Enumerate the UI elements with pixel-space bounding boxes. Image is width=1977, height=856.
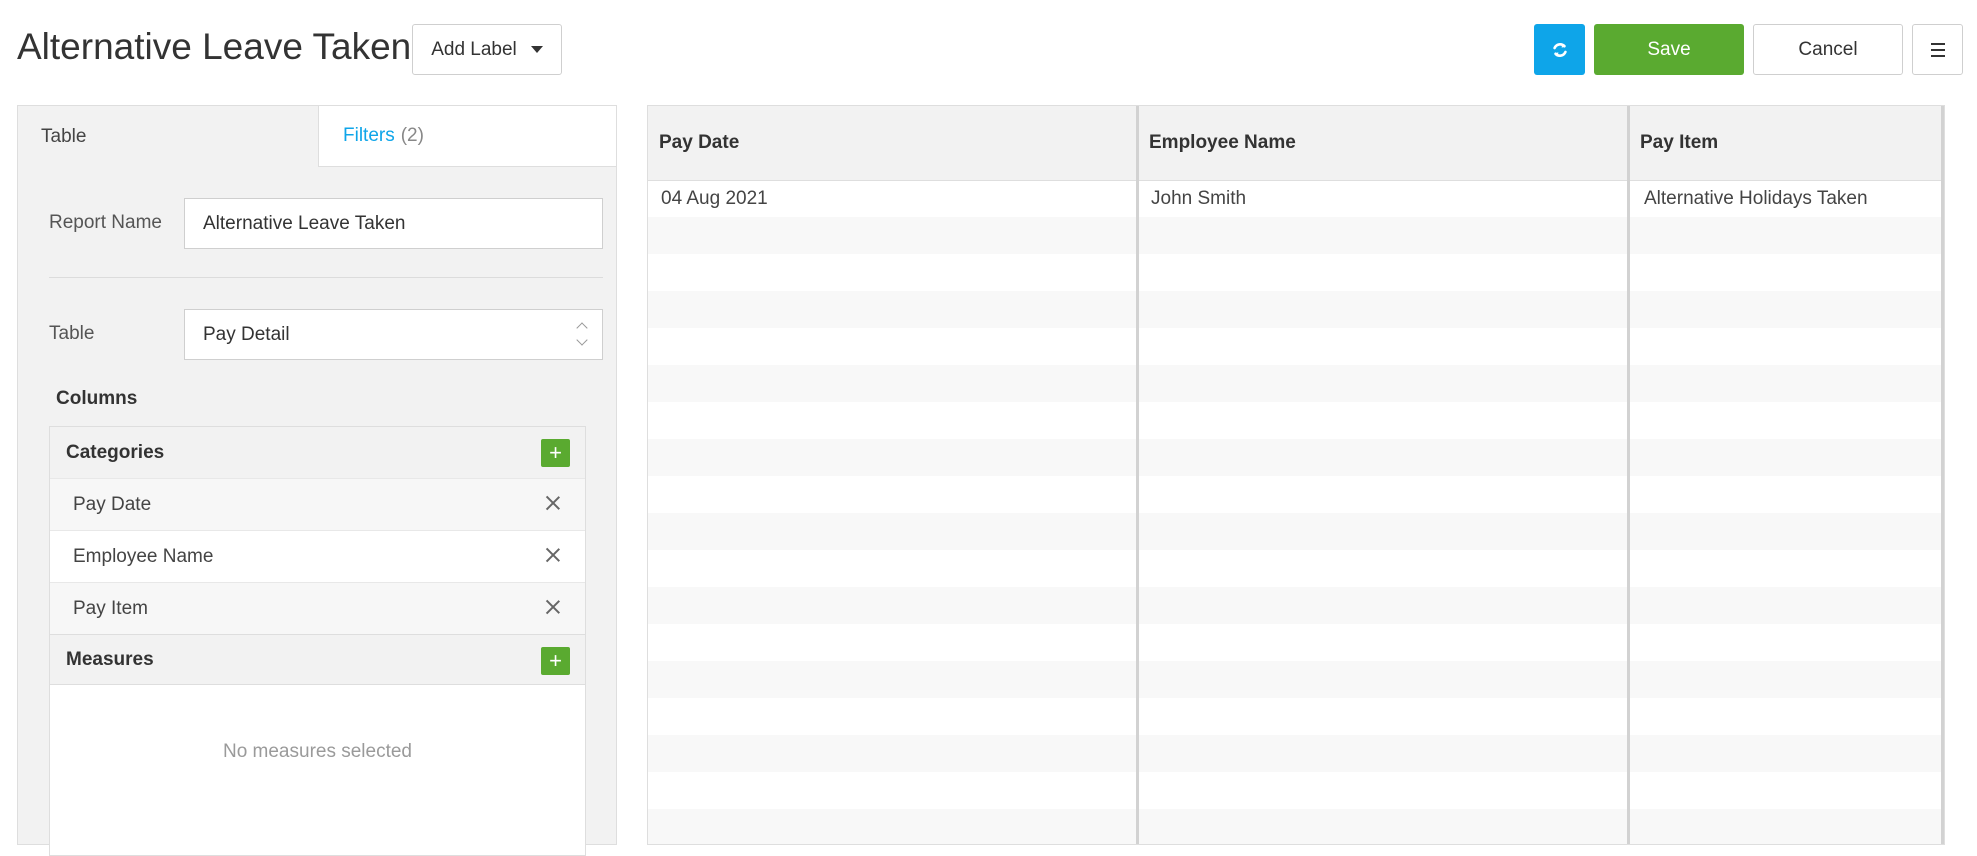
category-item-pay-date: Pay Date: [50, 478, 585, 530]
measures-header: Measures +: [50, 634, 585, 685]
table-select-value: Pay Detail: [203, 323, 290, 345]
cell-pay-item: Alternative Holidays Taken: [1644, 188, 1868, 209]
column-header-pay-date[interactable]: Pay Date: [648, 106, 1138, 180]
report-name-label: Report Name: [49, 212, 162, 233]
no-measures-message: No measures selected: [222, 741, 413, 762]
category-label: Pay Item: [73, 597, 148, 619]
filters-count: (2): [400, 125, 424, 146]
close-icon[interactable]: [545, 495, 561, 511]
form-divider: [49, 277, 603, 278]
table-label: Table: [49, 323, 95, 344]
plus-icon: +: [549, 440, 562, 465]
categories-header: Categories +: [50, 427, 585, 478]
cell-pay-date: 04 Aug 2021: [661, 188, 768, 209]
columns-box: Categories + Pay Date Employee Name Pay …: [49, 426, 586, 856]
table-select[interactable]: Pay Detail: [184, 309, 603, 360]
close-icon[interactable]: [545, 547, 561, 563]
add-measure-button[interactable]: +: [541, 647, 570, 675]
save-button[interactable]: Save: [1594, 24, 1744, 75]
report-preview-table: Pay Date Employee Name Pay Item 04 Aug 2…: [647, 105, 1945, 845]
column-divider[interactable]: [1941, 106, 1944, 844]
refresh-button[interactable]: [1534, 24, 1585, 75]
column-header-employee-name[interactable]: Employee Name: [1138, 106, 1629, 180]
refresh-icon: [1552, 42, 1567, 57]
tab-filters[interactable]: Filters (2): [318, 106, 616, 167]
category-item-pay-item: Pay Item: [50, 582, 585, 634]
column-divider[interactable]: [1627, 106, 1630, 844]
cell-employee-name: John Smith: [1151, 188, 1247, 209]
category-label: Pay Date: [73, 493, 152, 515]
column-divider[interactable]: [1136, 106, 1139, 844]
measures-heading: Measures: [66, 648, 154, 670]
plus-icon: +: [549, 648, 562, 673]
menu-button[interactable]: [1912, 24, 1963, 75]
category-item-employee-name: Employee Name: [50, 530, 585, 582]
tab-filters-label: Filters: [343, 125, 395, 146]
table-header: Pay Date Employee Name Pay Item: [648, 106, 1944, 181]
category-label: Employee Name: [73, 545, 214, 567]
add-category-button[interactable]: +: [541, 439, 570, 467]
caret-down-icon: [530, 46, 543, 53]
add-label-text: Add Label: [431, 38, 517, 60]
report-settings-panel: Table Filters (2) Report Name Alternativ…: [17, 105, 617, 856]
close-icon[interactable]: [545, 599, 561, 615]
tab-table[interactable]: Table: [18, 106, 318, 167]
add-label-button[interactable]: Add Label: [412, 24, 562, 75]
report-name-input[interactable]: Alternative Leave Taken: [184, 198, 603, 249]
select-arrows-icon: [576, 322, 588, 346]
hamburger-menu-icon: [1930, 42, 1945, 45]
cancel-button[interactable]: Cancel: [1753, 24, 1903, 75]
columns-heading: Columns: [56, 388, 138, 409]
column-header-pay-item[interactable]: Pay Item: [1629, 106, 1944, 180]
categories-heading: Categories: [66, 441, 165, 463]
page-title: Alternative Leave Taken: [17, 26, 412, 67]
